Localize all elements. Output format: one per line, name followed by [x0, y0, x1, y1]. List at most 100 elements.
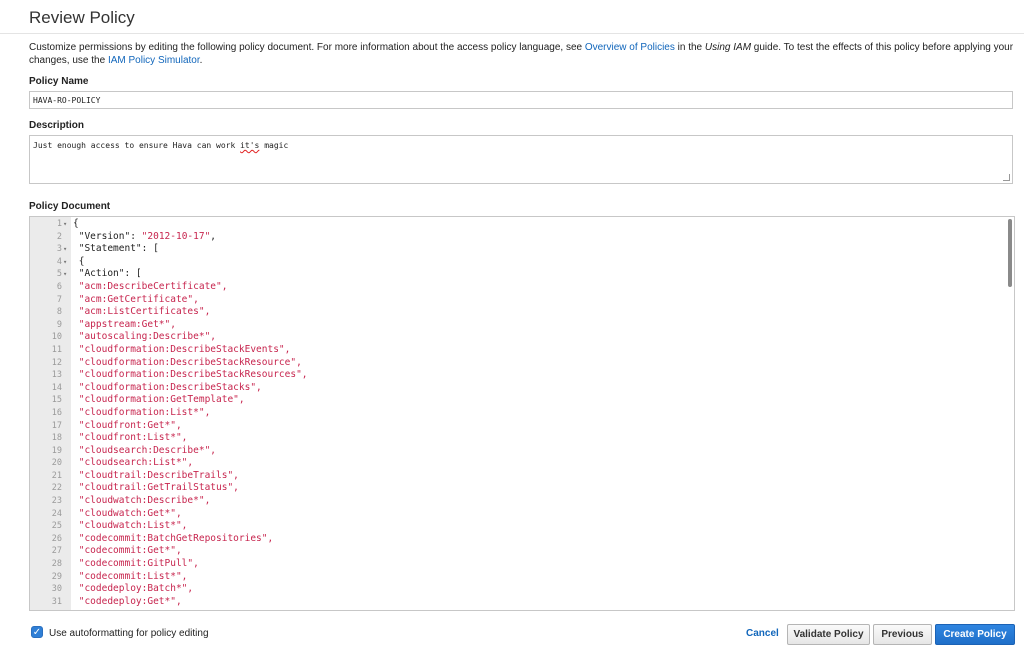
code-text: { — [73, 255, 85, 269]
code-text: "acm:GetCertificate", — [73, 294, 199, 307]
json-string: "cloudtrail:GetTrailStatus", — [78, 482, 239, 494]
code-text: "codedeploy:Batch*", — [73, 583, 193, 596]
code-text: "acm:ListCertificates", — [73, 306, 211, 319]
json-string: "2012-10-17" — [141, 230, 211, 242]
code-text: { — [73, 218, 79, 231]
overview-of-policies-link[interactable]: Overview of Policies — [585, 42, 675, 53]
autoformat-checkbox[interactable]: ✓ — [31, 626, 43, 638]
code-line: 12 "cloudformation:DescribeStackResource… — [30, 357, 1000, 370]
json-string: "cloudwatch:Describe*", — [78, 495, 211, 507]
code-line: 13 "cloudformation:DescribeStackResource… — [30, 369, 1000, 382]
code-text: "cloudfront:Get*", — [73, 420, 182, 433]
fold-arrow-icon[interactable]: ▾ — [63, 268, 71, 281]
autoformat-label: Use autoformatting for policy editing — [49, 628, 209, 639]
editor-scrollbar[interactable] — [1008, 219, 1012, 287]
code-text: "codecommit:BatchGetRepositories", — [73, 533, 273, 546]
validate-policy-button[interactable]: Validate Policy — [787, 624, 870, 645]
line-number: 30 — [51, 584, 62, 595]
code-text: "codecommit:GitPull", — [73, 558, 199, 571]
code-text: "cloudfront:List*", — [73, 432, 188, 445]
code-text: "cloudtrail:DescribeTrails", — [73, 470, 239, 483]
line-number: 29 — [51, 571, 62, 582]
description-text-part: Just enough access to ensure Hava can wo… — [33, 141, 241, 150]
json-string: "codecommit:Get*", — [78, 545, 182, 557]
line-number: 10 — [51, 332, 62, 343]
code-line: 5 ▾ "Action": [ — [30, 268, 1000, 281]
footer-bar: ✓ Use autoformatting for policy editing … — [0, 622, 1024, 646]
code-text: "Action": [ — [73, 268, 142, 281]
intro-text: Customize permissions by editing the fol… — [29, 41, 1014, 67]
json-string: "cloudwatch:Get*", — [78, 507, 182, 519]
code-text: "cloudformation:DescribeStacks", — [73, 382, 262, 395]
line-number: 1 — [56, 219, 62, 229]
code-text: "cloudwatch:List*", — [73, 520, 188, 533]
json-string: "autoscaling:Describe*", — [78, 331, 217, 343]
policy-document-label: Policy Document — [29, 201, 111, 212]
line-number: 8 — [56, 307, 62, 318]
create-policy-button[interactable]: Create Policy — [935, 624, 1015, 645]
policy-document-editor[interactable]: 1 ▾{2 "Version": "2012-10-17", 3 ▾ "Stateme… — [29, 216, 1015, 611]
previous-button[interactable]: Previous — [873, 624, 932, 645]
json-string: "cloudformation:DescribeStacks", — [78, 381, 262, 393]
json-string: "acm:GetCertificate", — [78, 293, 199, 305]
code-text: "Version": "2012-10-17", — [73, 231, 216, 244]
code-text: "codecommit:List*", — [73, 571, 188, 584]
resize-handle-icon[interactable] — [1003, 174, 1010, 181]
json-token: "Action": [ — [78, 268, 142, 280]
code-text: "autoscaling:Describe*", — [73, 331, 216, 344]
code-line: 17 "cloudfront:Get*", — [30, 420, 1000, 433]
json-string: "acm:DescribeCertificate", — [78, 280, 228, 292]
json-string: "cloudsearch:List*", — [78, 457, 194, 469]
code-text: "cloudformation:GetTemplate", — [73, 394, 245, 407]
json-string: "cloudformation:DescribeStackResources", — [78, 369, 308, 381]
code-line: 9 "appstream:Get*", — [30, 319, 1000, 332]
line-number: 9 — [56, 319, 62, 330]
line-number: 2 — [56, 231, 62, 242]
json-string: "cloudformation:DescribeStackResource", — [78, 356, 302, 368]
code-text: "cloudsearch:Describe*", — [73, 445, 216, 458]
code-text: "cloudtrail:GetTrailStatus", — [73, 482, 239, 495]
policy-name-input[interactable]: HAVA-RO-POLICY — [29, 91, 1013, 109]
code-text: "cloudformation:DescribeStackEvents", — [73, 343, 291, 357]
code-line: 10 "autoscaling:Describe*", — [30, 331, 1000, 344]
fold-arrow-icon[interactable]: ▾ — [63, 243, 71, 256]
line-number: 22 — [51, 483, 62, 494]
iam-policy-simulator-link[interactable]: IAM Policy Simulator — [108, 55, 200, 66]
code-text: "codecommit:Get*", — [73, 545, 182, 558]
code-line: 22 "cloudtrail:GetTrailStatus", — [30, 482, 1000, 495]
code-line: 2 "Version": "2012-10-17", — [30, 231, 1000, 244]
code-line: 28 "codecommit:GitPull", — [30, 558, 1000, 571]
line-number: 7 — [56, 294, 62, 305]
cancel-link[interactable]: Cancel — [746, 628, 779, 639]
intro-text-part: Customize permissions by editing the fol… — [29, 42, 585, 53]
code-line: 16 "cloudformation:List*", — [30, 407, 1000, 420]
code-line: 26 "codecommit:BatchGetRepositories", — [30, 533, 1000, 546]
json-string: "codedeploy:Batch*", — [78, 583, 194, 595]
description-text-part: magic — [259, 141, 289, 150]
line-number: 16 — [51, 407, 62, 418]
code-text: "cloudwatch:Describe*", — [73, 495, 211, 508]
json-string: "appstream:Get*", — [78, 318, 176, 330]
code-line: 19 "cloudsearch:Describe*", — [30, 445, 1000, 458]
code-line: 6 "acm:DescribeCertificate", — [30, 281, 1000, 294]
code-line: 14 "cloudformation:DescribeStacks", — [30, 382, 1000, 395]
line-number: 13 — [51, 370, 62, 381]
code-line: 3 ▾ "Statement": [ — [30, 243, 1000, 256]
fold-arrow-icon[interactable]: ▾ — [63, 256, 71, 269]
line-number: 25 — [51, 521, 62, 532]
json-string: "cloudformation:DescribeStackEvents", — [78, 343, 291, 355]
fold-arrow-icon[interactable]: ▾ — [63, 218, 71, 231]
line-number: 11 — [51, 344, 62, 355]
review-policy-page: Review Policy Customize permissions by e… — [0, 0, 1024, 649]
code-text: "cloudwatch:Get*", — [73, 508, 182, 521]
description-value: Just enough access to ensure Hava can wo… — [33, 141, 288, 150]
description-textarea[interactable]: Just enough access to ensure Hava can wo… — [29, 135, 1013, 184]
code-line: 23 "cloudwatch:Describe*", — [30, 495, 1000, 508]
code-text: "codedeploy:Get*", — [73, 596, 182, 609]
json-token: { — [78, 255, 85, 267]
code-line: 21 "cloudtrail:DescribeTrails", — [30, 470, 1000, 483]
line-number: 12 — [51, 357, 62, 368]
code-line: 11 "cloudformation:DescribeStackEvents", — [30, 344, 1000, 357]
code-line: 8 "acm:ListCertificates", — [30, 306, 1000, 319]
json-string: "codedeploy:Get*", — [78, 595, 182, 607]
